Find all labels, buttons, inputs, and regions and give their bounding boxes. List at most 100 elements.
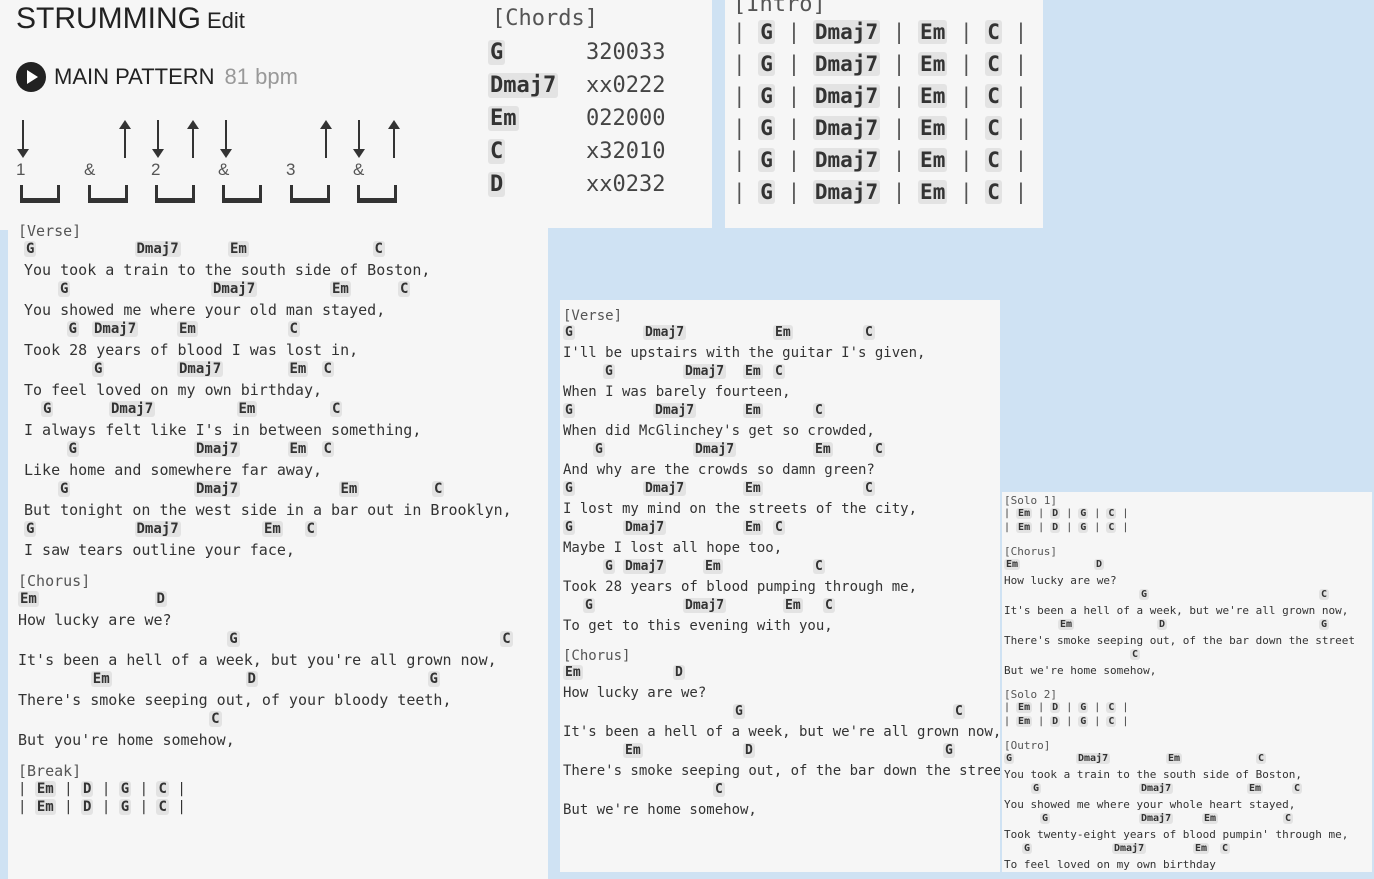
chord-chip[interactable]: Dmaj7 [194, 441, 241, 457]
chord-chip[interactable]: G [24, 241, 37, 257]
chord-chip[interactable]: Em [918, 52, 948, 76]
chord-chip[interactable]: Em [1202, 813, 1219, 824]
chord-chip[interactable]: Em [918, 84, 948, 108]
chord-chip[interactable]: C [304, 521, 317, 537]
chord-chip[interactable]: C [156, 799, 169, 815]
chord-chip[interactable]: Em [783, 598, 803, 613]
chord-chip[interactable]: G [1022, 843, 1033, 854]
chord-chip[interactable]: G [1004, 753, 1015, 764]
chord-chip[interactable]: Dmaj7 [109, 401, 156, 417]
chord-chip[interactable]: G [733, 704, 745, 719]
chord-row[interactable]: Dmaj7 xx0222 [488, 73, 665, 98]
chord-chip[interactable]: Dmaj7 [92, 321, 139, 337]
chord-chip[interactable]: C [1106, 716, 1117, 727]
chord-chip[interactable]: Em [338, 481, 360, 497]
chord-chip[interactable]: G [427, 671, 440, 687]
chord-chip[interactable]: C [863, 481, 875, 496]
chord-chip[interactable]: Dmaj7 [488, 73, 559, 98]
chord-chip[interactable]: Dmaj7 [812, 20, 881, 44]
chord-chip[interactable]: G [603, 559, 615, 574]
chord-chip[interactable]: C [813, 403, 825, 418]
chord-chip[interactable]: Em [34, 781, 56, 797]
chord-chip[interactable]: C [330, 401, 343, 417]
chord-chip[interactable]: Em [813, 442, 833, 457]
chord-chip[interactable]: G [758, 116, 775, 140]
chord-chip[interactable]: Em [623, 743, 643, 758]
chord-chip[interactable]: G [41, 401, 54, 417]
chord-chip[interactable]: C [773, 364, 785, 379]
chord-chip[interactable]: D [1050, 508, 1061, 519]
chord-chip[interactable]: Dmaj7 [812, 148, 881, 172]
chord-chip[interactable]: C [1319, 589, 1330, 600]
chord-chip[interactable]: G [66, 441, 79, 457]
chord-chip[interactable]: Em [34, 799, 56, 815]
chord-chip[interactable]: C [1106, 702, 1117, 713]
chord-chip[interactable]: G [227, 631, 240, 647]
chord-chip[interactable]: Em [703, 559, 723, 574]
chord-chip[interactable]: Em [1058, 619, 1075, 630]
chord-chip[interactable]: D [1050, 522, 1061, 533]
chord-chip[interactable]: Dmaj7 [1112, 843, 1147, 854]
chord-chip[interactable]: Em [262, 521, 283, 537]
chord-chip[interactable]: Dmaj7 [812, 84, 881, 108]
chord-chip[interactable]: Em [743, 364, 763, 379]
chord-chip[interactable]: C [823, 598, 835, 613]
chord-chip[interactable]: Em [1016, 522, 1033, 533]
chord-chip[interactable]: C [985, 148, 1002, 172]
chord-chip[interactable]: Dmaj7 [653, 403, 697, 418]
chord-chip[interactable]: G [1078, 522, 1089, 533]
chord-chip[interactable]: Dmaj7 [693, 442, 737, 457]
chord-chip[interactable]: C [156, 781, 169, 797]
chord-chip[interactable]: D [673, 665, 685, 680]
chord-chip[interactable]: Dmaj7 [1076, 753, 1111, 764]
chord-chip[interactable]: G [1078, 508, 1089, 519]
chord-row[interactable]: Em 022000 [488, 106, 665, 131]
chord-row[interactable]: G 320033 [488, 40, 665, 65]
chord-chip[interactable]: G [58, 281, 71, 297]
chord-chip[interactable]: C [1292, 783, 1303, 794]
chord-chip[interactable]: Em [1193, 843, 1210, 854]
chord-chip[interactable]: D [1094, 559, 1105, 570]
chord-chip[interactable]: Em [743, 520, 763, 535]
chord-chip[interactable]: G [603, 364, 615, 379]
edit-link[interactable]: Edit [207, 8, 245, 33]
chord-chip[interactable]: Em [743, 403, 763, 418]
chord-chip[interactable]: C [1220, 843, 1231, 854]
chord-chip[interactable]: Em [18, 591, 39, 607]
chord-chip[interactable]: G [24, 521, 37, 537]
chord-chip[interactable]: D [1157, 619, 1168, 630]
chord-chip[interactable]: C [432, 481, 445, 497]
chord-chip[interactable]: Dmaj7 [1139, 783, 1174, 794]
chord-chip[interactable]: C [985, 180, 1002, 204]
chord-chip[interactable]: Em [177, 321, 198, 337]
chord-chip[interactable]: Dmaj7 [134, 241, 181, 257]
chord-row[interactable]: Cx32010 [488, 139, 665, 164]
chord-chip[interactable]: Dmaj7 [623, 559, 667, 574]
chord-chip[interactable]: Em [918, 116, 948, 140]
chord-chip[interactable]: C [1256, 753, 1267, 764]
chord-chip[interactable]: G [563, 325, 575, 340]
chord-chip[interactable]: Dmaj7 [643, 481, 687, 496]
chord-chip[interactable]: C [985, 116, 1002, 140]
chord-chip[interactable]: G [92, 361, 105, 377]
chord-chip[interactable]: Em [330, 281, 351, 297]
play-icon[interactable] [16, 62, 46, 92]
chord-chip[interactable]: Dmaj7 [194, 481, 241, 497]
chord-chip[interactable]: C [985, 20, 1002, 44]
chord-chip[interactable]: Em [1016, 702, 1033, 713]
chord-chip[interactable]: G [1031, 783, 1042, 794]
chord-chip[interactable]: Em [743, 481, 763, 496]
chord-row[interactable]: Dxx0232 [488, 172, 665, 197]
chord-chip[interactable]: D [1050, 716, 1061, 727]
chord-chip[interactable]: Em [1247, 783, 1264, 794]
chord-chip[interactable]: Em [90, 671, 112, 687]
chord-chip[interactable]: C [713, 782, 725, 797]
chord-chip[interactable]: G [563, 520, 575, 535]
chord-chip[interactable]: Em [918, 148, 948, 172]
chord-chip[interactable]: G [118, 781, 132, 797]
chord-chip[interactable]: C [1106, 508, 1117, 519]
chord-chip[interactable]: Em [1166, 753, 1183, 764]
chord-chip[interactable]: Em [236, 401, 258, 417]
chord-chip[interactable]: C [321, 441, 334, 457]
chord-chip[interactable]: Dmaj7 [211, 281, 258, 297]
